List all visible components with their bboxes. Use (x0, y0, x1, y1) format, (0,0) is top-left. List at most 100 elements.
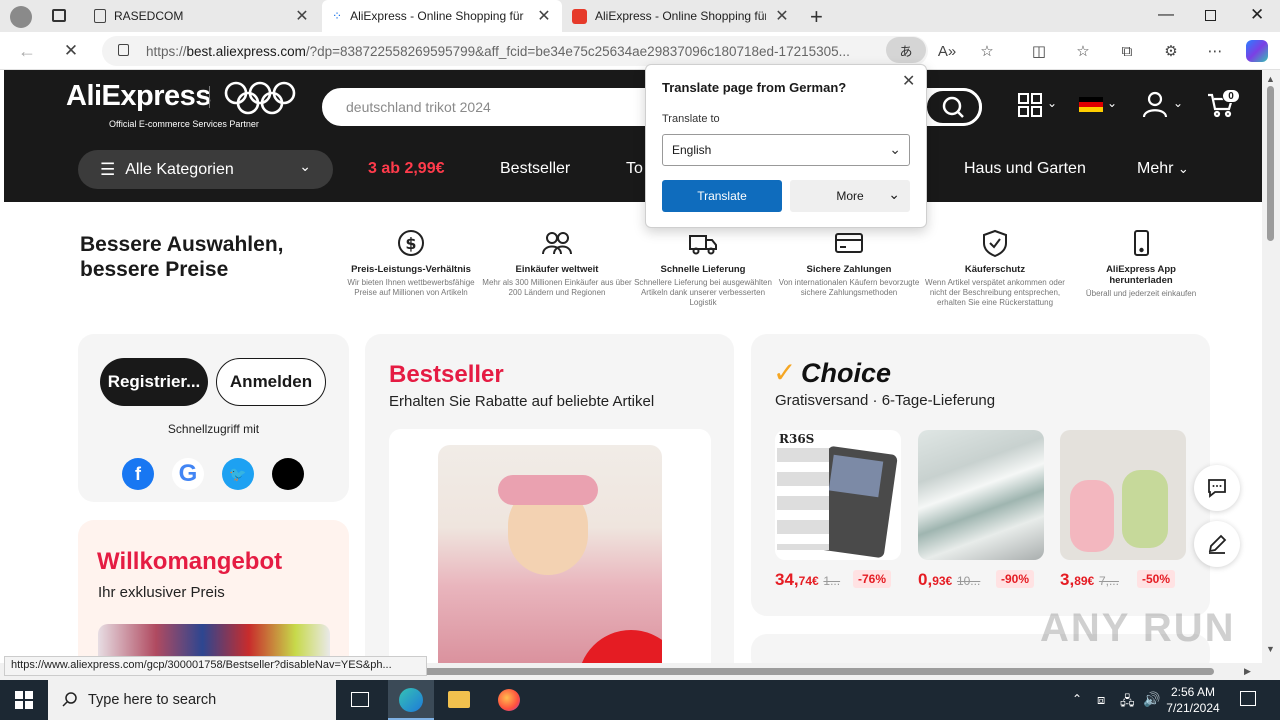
stop-icon[interactable]: ✕ (60, 40, 82, 62)
more-button[interactable]: More ⌄ (790, 180, 910, 212)
login-card: Registrier... Anmelden Schnellzugriff mi… (78, 334, 349, 502)
translate-button[interactable]: Translate (662, 180, 782, 212)
more-menu-icon[interactable]: ⋯ (1204, 40, 1226, 62)
benefit-title: Käuferschutz (964, 264, 1026, 275)
old-price: 10... (956, 574, 981, 588)
favorite-star-icon[interactable]: ☆ (976, 40, 998, 62)
taskbar-search-input[interactable]: Type here to search (48, 680, 336, 720)
tray-device-icon[interactable]: ⧈ (1097, 692, 1105, 708)
lock-icon[interactable] (118, 44, 129, 56)
google-icon[interactable]: G (172, 458, 204, 490)
scroll-up-arrow-icon[interactable]: ▲ (1266, 74, 1275, 84)
nav-top-partial[interactable]: To (626, 160, 643, 178)
qr-code-icon[interactable] (1017, 92, 1043, 118)
chevron-down-icon: ⌄ (1107, 96, 1118, 110)
nav-more-label: Mehr (1137, 160, 1174, 177)
tab-rasedcom[interactable]: RASEDCOM ✕ (84, 0, 320, 32)
scrollbar-thumb[interactable] (1267, 86, 1274, 241)
watermark: ANY RUN (1040, 606, 1236, 650)
firefox-icon[interactable] (498, 689, 520, 711)
benefit-desc: Mehr als 300 Millionen Einkäufer aus übe… (482, 278, 632, 297)
tab-actions-icon[interactable] (52, 9, 66, 22)
bestseller-title: Bestseller (389, 361, 504, 388)
nav-promo[interactable]: 3 ab 2,99€ (368, 160, 445, 178)
nav-home-garden[interactable]: Haus und Garten (964, 160, 1086, 178)
welcome-subtitle: Ihr exklusiver Preis (98, 584, 225, 601)
benefit-desc: Überall und jederzeit einkaufen (1085, 289, 1197, 298)
close-tab-icon[interactable]: ✕ (536, 6, 552, 26)
account-icon[interactable] (1142, 91, 1168, 119)
volume-icon[interactable]: 🔊 (1143, 691, 1160, 708)
benefit-title: Schnelle Lieferung (660, 264, 746, 275)
clock[interactable]: 2:56 AM 7/21/2024 (1160, 684, 1226, 716)
aliexpress-favicon (572, 8, 587, 24)
chevron-down-icon: ⌄ (1047, 96, 1058, 110)
product-image-handheld-console[interactable]: R36S (775, 430, 901, 560)
product-image-slippers[interactable] (1060, 430, 1186, 560)
feedback-button[interactable] (1194, 521, 1240, 567)
bestseller-card[interactable]: Bestseller Erhalten Sie Rabatte auf beli… (365, 334, 734, 663)
germany-flag-icon[interactable] (1079, 97, 1103, 112)
close-popup-icon[interactable]: ✕ (902, 71, 915, 91)
nav-bestseller[interactable]: Bestseller (500, 160, 570, 178)
bestseller-subtitle: Erhalten Sie Rabatte auf beliebte Artike… (389, 393, 655, 410)
loading-icon: ⁘ (332, 9, 343, 23)
minimize-icon[interactable]: — (1158, 6, 1174, 24)
close-window-icon[interactable]: ✕ (1250, 5, 1264, 25)
windows-start-icon[interactable] (15, 691, 33, 709)
nav-more[interactable]: Mehr ⌄ (1137, 160, 1189, 178)
language-select[interactable]: English ⌄ (662, 134, 910, 166)
new-tab-icon[interactable]: + (810, 4, 823, 30)
task-view-icon[interactable] (351, 692, 369, 707)
menu-icon: ☰ (100, 159, 116, 179)
users-icon (542, 228, 572, 258)
tray-chevron-up-icon[interactable]: ⌃ (1072, 692, 1082, 706)
copilot-icon[interactable] (1246, 40, 1268, 62)
vertical-scrollbar[interactable]: ▲ ▼ (1262, 70, 1280, 680)
signin-button[interactable]: Anmelden (216, 358, 326, 406)
search-button[interactable] (924, 88, 982, 126)
price-dec: 89€ (1074, 574, 1095, 588)
tab-title: RASEDCOM (114, 9, 184, 23)
choice-card[interactable]: ✓ Choice Gratisversand · 6-Tage-Lieferun… (751, 334, 1210, 616)
discount-badge: -76% (853, 570, 892, 588)
benefit-app[interactable]: AliExpress App herunterladen Überall und… (1066, 228, 1216, 299)
edge-taskbar-icon[interactable] (388, 680, 434, 720)
choice-subtitle: Gratisversand · 6-Tage-Lieferung (775, 392, 996, 409)
split-screen-icon[interactable]: ◫ (1028, 40, 1050, 62)
network-icon[interactable]: 🖧 (1120, 692, 1135, 714)
benefit-title: Sichere Zahlungen (806, 264, 892, 275)
all-categories-button[interactable]: ☰ Alle Kategorien ⌄ (78, 150, 333, 189)
url-field[interactable]: https://best.aliexpress.com/?dp=83872255… (102, 36, 928, 66)
collections-icon[interactable]: ⧉ (1116, 40, 1138, 62)
benefit-title: Preis-Leistungs-Verhältnis (351, 264, 471, 275)
file-explorer-icon[interactable] (448, 691, 470, 708)
all-categories-label: Alle Kategorien (125, 160, 234, 178)
chat-button[interactable] (1194, 465, 1240, 511)
scroll-down-arrow-icon[interactable]: ▼ (1266, 644, 1275, 654)
back-icon[interactable]: ← (16, 40, 38, 62)
facebook-icon[interactable]: f (122, 458, 154, 490)
profile-icon[interactable] (10, 6, 32, 28)
register-button[interactable]: Registrier... (100, 358, 208, 406)
aliexpress-logo[interactable]: AliExpress (66, 80, 211, 113)
product-image-towels[interactable] (918, 430, 1044, 560)
twitter-icon[interactable]: 🐦 (222, 458, 254, 490)
chevron-down-icon: ⌄ (889, 141, 901, 157)
close-tab-icon[interactable]: ✕ (294, 6, 310, 26)
extensions-icon[interactable]: ⚙ (1160, 40, 1182, 62)
tab-aliexpress-active[interactable]: ⁘ AliExpress - Online Shopping für ✕ (322, 0, 562, 32)
welcome-offer-card[interactable]: Willkomangebot Ihr exklusiver Preis (78, 520, 349, 663)
read-aloud-icon[interactable]: A» (936, 40, 958, 62)
scroll-right-arrow-icon[interactable]: ▶ (1244, 666, 1251, 677)
price-int: 3, (1060, 570, 1075, 589)
baby-headband-image[interactable] (438, 445, 662, 663)
close-tab-icon[interactable]: ✕ (774, 6, 790, 26)
translate-popup-title: Translate page from German? (662, 80, 847, 95)
notifications-icon[interactable] (1240, 691, 1256, 706)
favorites-icon[interactable]: ☆ (1072, 40, 1094, 62)
tab-aliexpress[interactable]: AliExpress - Online Shopping für ✕ (562, 0, 800, 32)
apple-icon[interactable] (272, 458, 304, 490)
translate-icon[interactable]: あ (886, 37, 926, 63)
restore-icon[interactable] (1205, 10, 1216, 21)
